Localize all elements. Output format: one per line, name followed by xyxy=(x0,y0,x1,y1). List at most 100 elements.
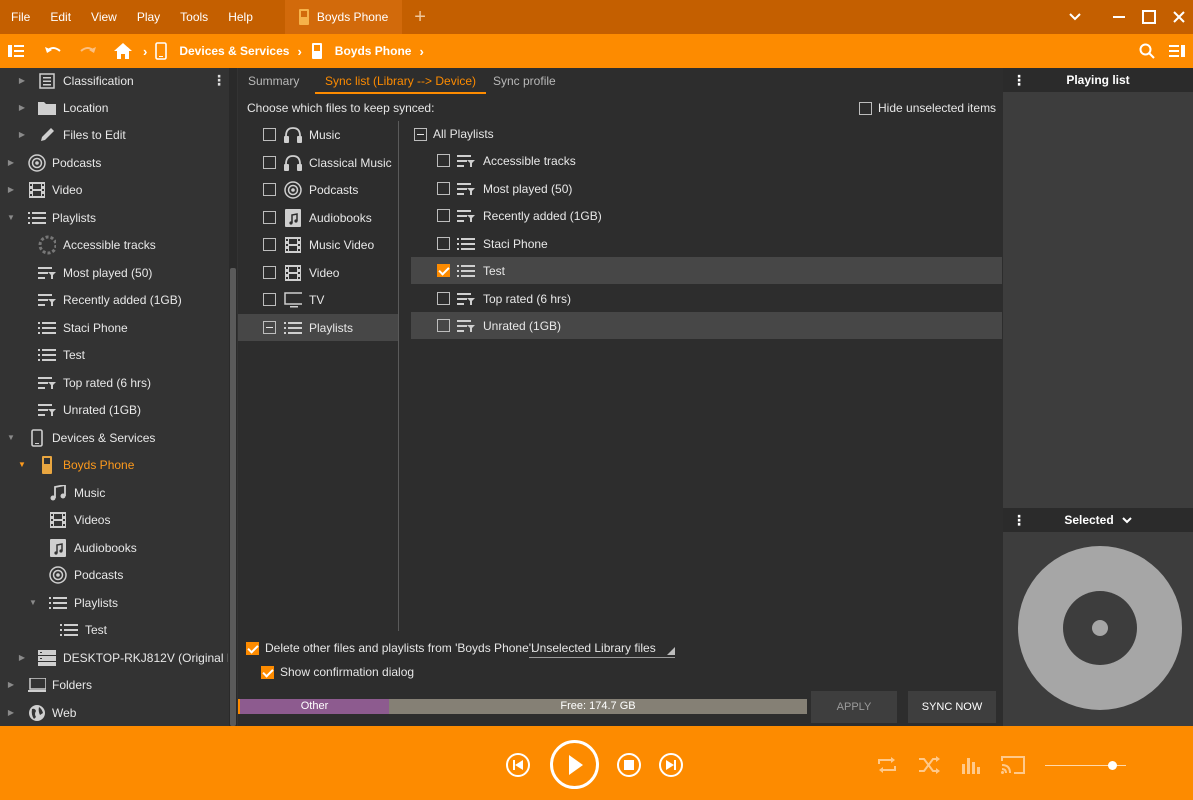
tree-item-folders[interactable]: ▶ Folders xyxy=(0,671,228,698)
category-checkbox[interactable] xyxy=(263,211,276,224)
category-checkbox[interactable] xyxy=(263,321,276,334)
category-video[interactable]: Video xyxy=(238,259,398,286)
tree-scrollbar-thumb[interactable] xyxy=(230,268,236,726)
equalizer-button[interactable] xyxy=(960,754,982,776)
category-checkbox[interactable] xyxy=(263,183,276,196)
next-track-button[interactable] xyxy=(659,753,683,777)
category-checkbox[interactable] xyxy=(263,266,276,279)
tree-item-recently-added[interactable]: Recently added (1GB) xyxy=(0,286,228,313)
maximize-icon[interactable] xyxy=(1135,0,1163,34)
tree-item-staci-phone[interactable]: Staci Phone xyxy=(0,314,228,341)
delete-mode-select[interactable]: Unselected Library files xyxy=(529,639,675,658)
playlist-checkbox[interactable] xyxy=(437,237,450,250)
tree-toggle-icon[interactable] xyxy=(4,39,28,63)
close-icon[interactable] xyxy=(1165,0,1193,34)
right-panel-toggle-icon[interactable] xyxy=(1165,39,1189,63)
show-confirmation-checkbox[interactable] xyxy=(261,666,274,679)
collapse-arrow-icon[interactable]: ▼ xyxy=(6,213,16,223)
chevron-down-icon[interactable] xyxy=(1121,516,1132,524)
playlist-checkbox[interactable] xyxy=(437,182,450,195)
volume-knob[interactable] xyxy=(1108,761,1117,770)
breadcrumb-boyds-phone[interactable]: Boyds Phone xyxy=(310,43,411,59)
tree-item-desktop[interactable]: ▶ DESKTOP-RKJ812V (Original For xyxy=(0,644,228,671)
sync-now-button[interactable]: SYNC NOW xyxy=(908,691,996,723)
repeat-button[interactable] xyxy=(876,754,898,776)
tree-item-device-audiobooks[interactable]: Audiobooks xyxy=(0,534,228,561)
menu-play[interactable]: Play xyxy=(127,0,170,34)
tree-item-web[interactable]: ▶ Web xyxy=(0,699,228,726)
tree-item-unrated[interactable]: Unrated (1GB) xyxy=(0,396,228,423)
expand-arrow-icon[interactable]: ▶ xyxy=(17,103,27,113)
playing-list-title[interactable]: Playing list xyxy=(1066,73,1129,87)
playlist-row-unrated[interactable]: Unrated (1GB) xyxy=(411,312,1002,339)
tree-item-classification[interactable]: ▶ Classification ⋮ xyxy=(0,68,228,94)
redo-icon[interactable] xyxy=(76,39,100,63)
delete-other-files-checkbox[interactable] xyxy=(246,642,259,655)
playlist-row-recently-added[interactable]: Recently added (1GB) xyxy=(411,202,1002,229)
expand-arrow-icon[interactable]: ▶ xyxy=(17,76,27,86)
search-icon[interactable] xyxy=(1135,39,1159,63)
collapse-arrow-icon[interactable]: ▼ xyxy=(17,460,27,470)
playlist-row-most-played[interactable]: Most played (50) xyxy=(411,175,1002,202)
menu-help[interactable]: Help xyxy=(218,0,263,34)
category-tv[interactable]: TV xyxy=(238,286,398,313)
menu-edit[interactable]: Edit xyxy=(40,0,81,34)
all-playlists-checkbox[interactable] xyxy=(414,128,427,141)
tree-item-playlists[interactable]: ▼ Playlists xyxy=(0,204,228,231)
minimize-icon[interactable] xyxy=(1105,0,1133,34)
tree-item-device-podcasts[interactable]: Podcasts xyxy=(0,561,228,588)
collapse-arrow-icon[interactable]: ▼ xyxy=(6,433,16,443)
category-music[interactable]: Music xyxy=(238,121,398,148)
playlist-checkbox[interactable] xyxy=(437,209,450,222)
tree-item-video[interactable]: ▶ Video xyxy=(0,176,228,203)
tree-item-top-rated[interactable]: Top rated (6 hrs) xyxy=(0,369,228,396)
stop-button[interactable] xyxy=(617,753,641,777)
shuffle-button[interactable] xyxy=(918,754,940,776)
tree-item-files-to-edit[interactable]: ▶ Files to Edit xyxy=(0,121,228,148)
expand-arrow-icon[interactable]: ▶ xyxy=(17,130,27,140)
tree-item-boyds-phone[interactable]: ▼ Boyds Phone xyxy=(0,451,228,478)
category-checkbox[interactable] xyxy=(263,128,276,141)
menu-view[interactable]: View xyxy=(81,0,127,34)
tab-summary[interactable]: Summary xyxy=(248,68,299,94)
expand-arrow-icon[interactable]: ▶ xyxy=(6,680,16,690)
category-checkbox[interactable] xyxy=(263,293,276,306)
chevron-down-icon[interactable] xyxy=(1061,0,1089,34)
category-podcasts[interactable]: Podcasts xyxy=(238,176,398,203)
collapse-arrow-icon[interactable]: ▼ xyxy=(28,598,38,608)
tree-item-test[interactable]: Test xyxy=(0,341,228,368)
tab-sync-list[interactable]: Sync list (Library --> Device) xyxy=(315,68,487,94)
window-tab-boyds-phone[interactable]: Boyds Phone xyxy=(284,0,403,34)
more-options-icon[interactable]: ⋮ xyxy=(212,72,226,89)
category-checkbox[interactable] xyxy=(263,238,276,251)
tree-item-device-playlists[interactable]: ▼ Playlists xyxy=(0,589,228,616)
category-classical-music[interactable]: Classical Music xyxy=(238,149,398,176)
selected-title[interactable]: Selected xyxy=(1064,513,1113,527)
category-music-video[interactable]: Music Video xyxy=(238,231,398,258)
play-button[interactable] xyxy=(550,740,599,789)
new-tab-button[interactable]: + xyxy=(414,0,426,34)
tab-sync-profile[interactable]: Sync profile xyxy=(493,68,556,94)
menu-file[interactable]: File xyxy=(0,0,40,34)
expand-arrow-icon[interactable]: ▶ xyxy=(6,158,16,168)
tree-item-accessible-tracks[interactable]: Accessible tracks xyxy=(0,231,228,258)
tree-item-podcasts[interactable]: ▶ Podcasts xyxy=(0,149,228,176)
tree-item-location[interactable]: ▶ Location xyxy=(0,94,228,121)
category-playlists[interactable]: Playlists xyxy=(238,314,398,341)
cast-button[interactable] xyxy=(1000,754,1026,776)
tree-item-device-test[interactable]: Test xyxy=(0,616,228,643)
hide-unselected-checkbox[interactable] xyxy=(859,102,872,115)
tree-item-devices-services[interactable]: ▼ Devices & Services xyxy=(0,424,228,451)
tree-item-device-videos[interactable]: Videos xyxy=(0,506,228,533)
playlist-row-accessible-tracks[interactable]: Accessible tracks xyxy=(411,147,1002,174)
tree-item-most-played[interactable]: Most played (50) xyxy=(0,259,228,286)
playlist-row-staci-phone[interactable]: Staci Phone xyxy=(411,230,1002,257)
category-audiobooks[interactable]: Audiobooks xyxy=(238,204,398,231)
more-options-icon[interactable]: ⋮ xyxy=(1012,72,1026,89)
playlist-checkbox[interactable] xyxy=(437,154,450,167)
more-options-icon[interactable]: ⋮ xyxy=(1012,512,1026,529)
breadcrumb-devices[interactable]: Devices & Services xyxy=(155,42,289,60)
home-icon[interactable] xyxy=(111,39,135,63)
breadcrumb-separator[interactable]: › xyxy=(419,44,423,59)
expand-arrow-icon[interactable]: ▶ xyxy=(6,708,16,718)
